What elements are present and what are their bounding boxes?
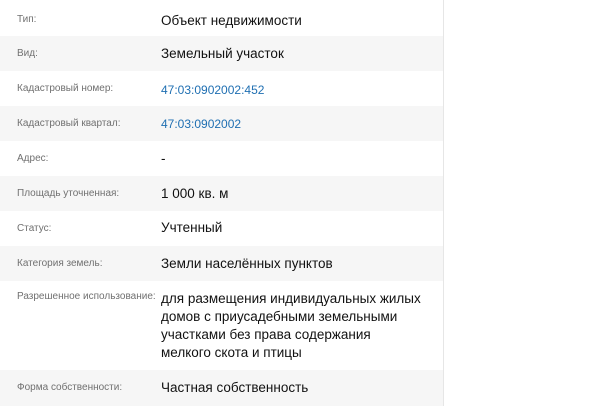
- row-label: Вид:: [17, 48, 38, 59]
- row-land-category: Категория земель: Земли населённых пункт…: [0, 246, 443, 281]
- row-area: Площадь уточненная: 1 000 кв. м: [0, 176, 443, 211]
- row-value: Земельный участок: [161, 46, 284, 61]
- row-label: Категория земель:: [17, 258, 103, 269]
- row-value: Учтенный: [161, 220, 223, 235]
- row-value: 1 000 кв. м: [161, 186, 229, 201]
- row-label: Разрешенное использование:: [17, 291, 156, 302]
- row-label: Кадастровый номер:: [17, 83, 114, 94]
- cadastral-quarter-link[interactable]: 47:03:0902002: [161, 115, 443, 133]
- row-type: Тип: Объект недвижимости: [0, 0, 443, 36]
- row-kind: Вид: Земельный участок: [0, 36, 443, 71]
- row-value: Частная собственность: [161, 380, 309, 395]
- row-label: Кадастровый квартал:: [17, 118, 121, 129]
- row-label: Статус:: [17, 223, 52, 234]
- property-details-panel: Тип: Объект недвижимости Вид: Земельный …: [0, 0, 444, 406]
- row-cadastral-number: Кадастровый номер: 47:03:0902002:452: [0, 71, 443, 106]
- row-label: Площадь уточненная:: [17, 188, 120, 199]
- row-permitted-use: Разрешенное использование: для размещени…: [0, 281, 443, 370]
- row-label: Тип:: [17, 14, 37, 25]
- row-address: Адрес: -: [0, 141, 443, 176]
- row-value: для размещения индивидуальных жилых домо…: [161, 291, 421, 360]
- row-value: -: [161, 151, 166, 166]
- row-value: Объект недвижимости: [161, 13, 302, 28]
- row-ownership: Форма собственности: Частная собственнос…: [0, 370, 443, 406]
- row-status: Статус: Учтенный: [0, 211, 443, 246]
- row-value: Земли населённых пунктов: [161, 256, 333, 271]
- row-label: Адрес:: [17, 153, 49, 164]
- cadastral-number-link[interactable]: 47:03:0902002:452: [161, 81, 443, 99]
- row-cadastral-quarter: Кадастровый квартал: 47:03:0902002: [0, 106, 443, 141]
- row-label: Форма собственности:: [17, 382, 123, 393]
